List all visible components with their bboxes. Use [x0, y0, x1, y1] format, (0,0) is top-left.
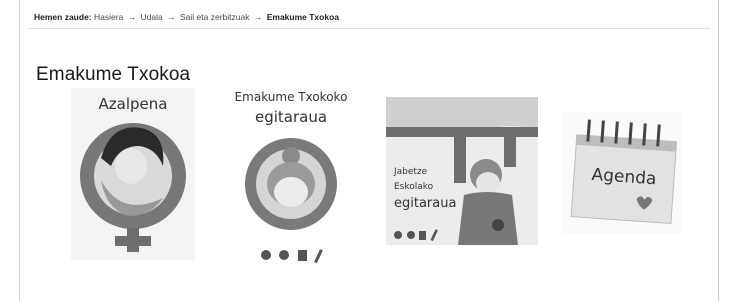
tile-azalpena[interactable]: Azalpena [71, 88, 195, 260]
breadcrumb-link-sail-eta-zerbitzuak[interactable]: Sail eta zerbitzuak [180, 12, 249, 22]
tile-azalpena-label: Azalpena [99, 95, 168, 113]
tile-emakume-txokoko-line1: Emakume Txokoko [235, 90, 348, 104]
breadcrumb-link-udala[interactable]: Udala [141, 12, 163, 22]
venus-woman-illustration: Azalpena [71, 88, 195, 260]
page-title: Emakume Txokoa [36, 63, 191, 85]
breadcrumb-current: Emakume Txokoa [266, 12, 339, 22]
tile-jabetze-line1: Jabetze [393, 167, 428, 177]
breadcrumb-divider [28, 28, 710, 29]
tile-emakume-txokoko-egitaraua[interactable]: Emakume Txokoko egitaraua [229, 84, 353, 268]
jabetze-illustration: Jabetze Eskolako egitaraua [386, 97, 538, 245]
breadcrumb-separator: → [127, 12, 137, 22]
tile-agenda[interactable]: Agenda [562, 112, 682, 234]
venus-girl-illustration: Emakume Txokoko egitaraua [229, 84, 353, 268]
content-frame: Hemen zaude: Hasiera → Udala → Sail eta … [19, 0, 719, 301]
tile-jabetze-line2: Eskolako [394, 182, 434, 192]
tile-jabetze-line3: egitaraua [394, 196, 456, 211]
breadcrumb-separator: → [167, 12, 176, 22]
breadcrumb: Hemen zaude: Hasiera → Udala → Sail eta … [34, 12, 339, 22]
tile-jabetze-eskolako-egitaraua[interactable]: Jabetze Eskolako egitaraua [386, 97, 538, 245]
calendar-illustration: Agenda [562, 112, 682, 234]
breadcrumb-separator: → [253, 12, 263, 22]
breadcrumb-lead: Hemen zaude: [34, 12, 92, 22]
tile-emakume-txokoko-line2: egitaraua [255, 108, 327, 126]
breadcrumb-link-hasiera[interactable]: Hasiera [94, 12, 123, 22]
